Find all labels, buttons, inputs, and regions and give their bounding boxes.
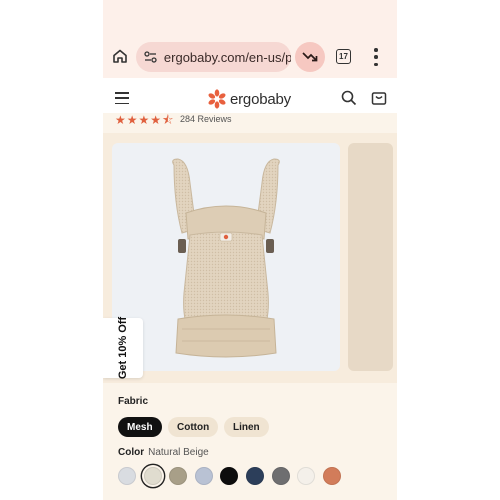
ergobaby-logo[interactable]: ergobaby <box>207 87 291 111</box>
browser-toolbar: ergobaby.com/en-us/prc 17 <box>103 0 397 78</box>
fabric-option-cotton[interactable]: Cotton <box>168 417 219 437</box>
logo-text: ergobaby <box>230 90 291 108</box>
flower-logo-icon <box>208 89 226 109</box>
color-swatch[interactable] <box>118 467 136 485</box>
trending-down-icon[interactable] <box>295 42 325 72</box>
address-bar[interactable]: ergobaby.com/en-us/prc <box>136 42 291 72</box>
next-product-image[interactable] <box>348 143 393 371</box>
menu-icon[interactable] <box>115 92 129 104</box>
star-icon: ★ <box>138 113 150 127</box>
review-count[interactable]: 284 Reviews <box>180 114 232 124</box>
color-swatches <box>118 467 348 485</box>
color-swatch[interactable] <box>169 467 188 485</box>
selected-color-name: Natural Beige <box>148 447 209 458</box>
home-icon[interactable] <box>111 47 129 65</box>
fabric-option-linen[interactable]: Linen <box>224 417 269 437</box>
product-gallery[interactable] <box>103 133 397 383</box>
color-label: Color <box>118 447 145 458</box>
color-swatch[interactable] <box>271 467 290 485</box>
cart-icon[interactable] <box>371 90 387 106</box>
star-icon: ★ <box>115 113 126 127</box>
color-swatch[interactable] <box>143 467 162 485</box>
discount-tab-label: Get 10% Off <box>117 316 130 380</box>
star-icon: ★ <box>150 113 162 127</box>
color-swatch[interactable] <box>297 467 316 485</box>
half-star-icon: ⯪ <box>162 113 174 127</box>
reviews-summary[interactable]: ★ ★ ★ ★ ⯪ 284 Reviews <box>103 113 397 129</box>
discount-tab[interactable]: Get 10% Off <box>103 316 143 380</box>
baby-carrier-image <box>172 158 280 358</box>
color-swatch[interactable] <box>220 467 239 485</box>
color-swatch[interactable] <box>245 467 264 485</box>
product-image[interactable] <box>112 143 340 371</box>
url-text[interactable]: ergobaby.com/en-us/prc <box>164 50 291 65</box>
tab-count: 17 <box>339 52 348 61</box>
fabric-label: Fabric <box>118 396 149 407</box>
phone-viewport: ergobaby.com/en-us/prc 17 ergobaby ★ ★ ★… <box>103 0 397 500</box>
site-settings-icon[interactable] <box>144 50 158 64</box>
more-options-icon[interactable] <box>373 48 379 66</box>
product-options: Fabric Mesh Cotton Linen Color Natural Be… <box>103 383 397 500</box>
color-swatch[interactable] <box>322 467 341 485</box>
tab-switcher-button[interactable]: 17 <box>336 49 351 64</box>
star-rating: ★ ★ ★ ★ ⯪ <box>115 113 174 127</box>
fabric-option-mesh[interactable]: Mesh <box>118 417 162 437</box>
star-icon: ★ <box>126 113 138 127</box>
color-swatch[interactable] <box>194 467 213 485</box>
search-icon[interactable] <box>341 90 357 106</box>
color-label-row: Color Natural Beige <box>118 447 209 458</box>
